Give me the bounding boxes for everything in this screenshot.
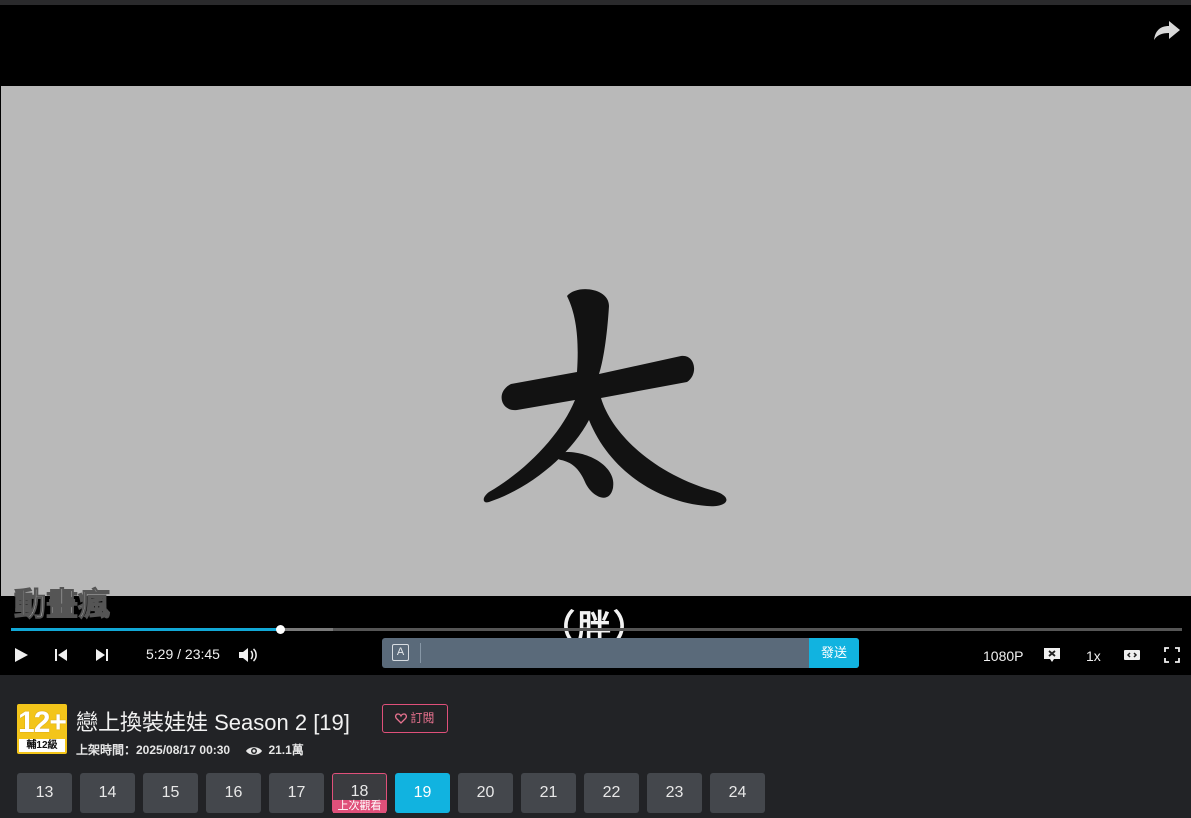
heart-icon [395,713,408,724]
time-separator: / [177,646,182,662]
episode-number: 23 [665,784,684,801]
age-rating-label: 輔12級 [19,739,65,752]
time-display: 5:29 / 23:45 [146,646,220,662]
skip-next-icon [96,649,108,661]
episode-number: 20 [476,784,495,801]
episode-button-20[interactable]: 20 [458,773,513,813]
play-icon [15,648,28,662]
anime-info-panel: 12+ 輔12級 戀上換裝娃娃 Season 2 [19] 訂閱 上架時間：20… [0,675,1191,818]
svg-text:動畫瘋: 動畫瘋 [14,585,110,621]
age-rating-badge: 12+ 輔12級 [17,704,67,754]
video-frame[interactable] [1,86,1191,596]
volume-button[interactable] [238,646,258,664]
episode-number: 22 [602,784,621,801]
danmaku-send-button[interactable]: 發送 [809,638,859,668]
episode-button-18[interactable]: 18 上次觀看 [332,773,387,813]
danmaku-off-icon [1044,648,1060,662]
episode-number: 21 [539,784,558,801]
progress-fill [11,628,281,631]
episode-number: 14 [98,784,117,801]
episode-number: 18 [350,783,369,800]
episode-button-24[interactable]: 24 [710,773,765,813]
play-button[interactable] [13,647,29,663]
current-time: 5:29 [146,646,174,662]
eye-icon [246,747,263,755]
last-watched-badge: 上次觀看 [333,800,386,813]
video-kanji-artwork [483,289,727,507]
episode-button-15[interactable]: 15 [143,773,198,813]
episode-number: 15 [161,784,180,801]
skip-previous-icon [55,649,67,661]
progress-handle[interactable] [276,625,286,634]
episode-number: 13 [35,784,54,801]
episode-number: 17 [287,784,306,801]
episode-button-21[interactable]: 21 [521,773,576,813]
animad-watermark: 動畫瘋 [14,585,111,622]
episode-button-16[interactable]: 16 [206,773,261,813]
theater-mode-button[interactable] [1123,648,1141,662]
view-count-value: 21.1萬 [268,743,304,757]
episode-button-23[interactable]: 23 [647,773,702,813]
episode-number: 19 [413,784,432,801]
next-episode-button[interactable] [95,648,109,662]
fullscreen-icon [1164,647,1180,663]
previous-episode-button[interactable] [54,648,68,662]
danmaku-divider [420,643,421,663]
share-icon[interactable] [1152,18,1182,44]
episode-button-14[interactable]: 14 [80,773,135,813]
episode-number: 16 [224,784,243,801]
anime-title: 戀上換裝娃娃 Season 2 [19] [76,710,350,735]
volume-icon [239,648,257,662]
playback-speed-selector[interactable]: 1x [1086,648,1101,664]
episode-number: 24 [728,784,747,801]
fullscreen-button[interactable] [1164,647,1180,663]
duration: 23:45 [184,646,220,662]
danmaku-toggle-button[interactable] [1043,647,1061,663]
danmaku-bar: A 發送 [382,638,859,668]
danmaku-input[interactable] [426,641,810,667]
subscribe-button[interactable]: 訂閱 [382,704,448,733]
upload-time: 上架時間：2025/08/17 00:30 [76,743,231,757]
theater-mode-icon [1124,650,1140,660]
episode-button-13[interactable]: 13 [17,773,72,813]
danmaku-mode-button[interactable]: A [392,644,409,661]
episode-button-19[interactable]: 19 [395,773,450,813]
episode-button-22[interactable]: 22 [584,773,639,813]
view-count: 21.1萬 [245,743,304,757]
video-player[interactable]: 動畫瘋 （胖） 5:29 / 23:45 A 發送 1080P 1x [0,5,1191,675]
quality-selector[interactable]: 1080P [983,648,1023,664]
progress-bar[interactable] [11,625,1182,634]
anime-meta: 上架時間：2025/08/17 00:30 21.1萬 [76,741,304,758]
subscribe-label: 訂閱 [410,711,435,725]
episode-button-17[interactable]: 17 [269,773,324,813]
age-rating-number: 12+ [18,706,67,739]
